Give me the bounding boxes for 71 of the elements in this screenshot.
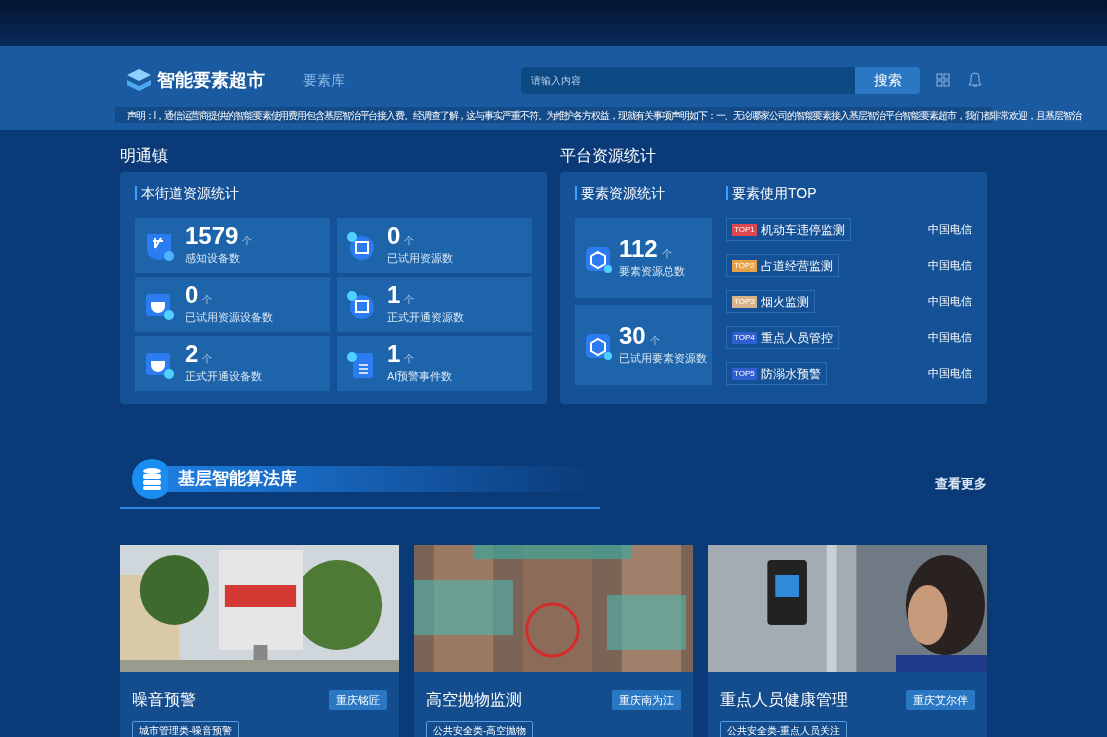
category-tag: 城市管理类-噪音预警 (132, 721, 240, 737)
vendor-text: 中国电信 (928, 294, 972, 310)
logo-text: 智能要素超市 (157, 68, 265, 92)
ranking-name: 机动车违停监测 (760, 221, 845, 239)
card-title: 噪音预警 (132, 690, 196, 710)
search-button[interactable]: 搜索 (855, 66, 920, 94)
ranking-name: 烟火监测 (760, 293, 809, 311)
algorithm-card[interactable]: 噪音预警 重庆铭匠 城市管理类-噪音预警 (120, 545, 399, 737)
ranking-item[interactable]: TOP1 机动车违停监测 (726, 218, 851, 241)
card-title: 高空抛物监测 (426, 690, 522, 710)
ranking-name: 重点人员管控 (760, 329, 833, 347)
stat-value: 1579 (185, 224, 239, 249)
ranking-name: 占道经营监测 (760, 257, 833, 275)
stat-unit: 个 (661, 246, 672, 261)
stat-label: 已试用资源数 (387, 251, 453, 267)
ranking-item[interactable]: TOP2 占道经营监测 (726, 254, 839, 277)
vendor-tag: 重庆南为江 (612, 689, 681, 711)
stat-unit: 个 (202, 352, 213, 367)
panel-title: 要素资源统计 (575, 186, 712, 200)
stat-unit: 个 (404, 234, 415, 249)
stat-value: 0 (185, 283, 199, 308)
card-title: 重点人员健康管理 (720, 690, 848, 710)
search-field[interactable]: 请输入内容 (521, 66, 855, 94)
rank-badge: TOP1 (732, 223, 757, 236)
vendor-tag: 重庆铭匠 (329, 689, 387, 711)
notice-text: 声明：l，通信运营商提供的智能要素使用费用包含基层智治平台接入费。经调查了解，这与事实严重不符。为维护各方权益，现就有关事项声明如下：一、无论哪家公司的智能要素接入基层智治平台智能要素超市，我们都非常欢迎，且基层智治 (127, 108, 1081, 123)
stat-value: 1 (387, 283, 401, 308)
screen-icon (345, 229, 377, 262)
vendor-tag: 重庆艾尔伴 (906, 689, 975, 711)
stat-value: 30 (619, 323, 646, 348)
stat-label: AI预警事件数 (387, 369, 453, 385)
panel-title: 要素使用TOP (726, 186, 972, 200)
rank-badge: TOP5 (732, 367, 757, 380)
stat-unit: 个 (202, 293, 213, 308)
grid-icon[interactable] (936, 73, 950, 87)
stat-label: 正式开通设备数 (185, 369, 262, 385)
view-more-link[interactable]: 查看更多 (935, 474, 987, 494)
bell-icon[interactable] (968, 72, 982, 88)
stat-unit: 个 (242, 234, 253, 249)
vendor-text: 中国电信 (928, 366, 972, 382)
algorithm-card[interactable]: 高空抛物监测 重庆南为江 公共安全类-高空抛物 (414, 545, 693, 737)
stat-value: 0 (387, 224, 401, 249)
rank-badge: TOP4 (732, 331, 757, 344)
ranking-item[interactable]: TOP4 重点人员管控 (726, 326, 839, 349)
stat-unit: 个 (404, 293, 415, 308)
stat-value: 112 (619, 236, 658, 261)
logo-icon (125, 67, 153, 93)
screen-icon (345, 288, 377, 321)
algorithm-card[interactable]: 重点人员健康管理 重庆艾尔伴 公共安全类-重点人员关注 (708, 545, 987, 737)
stat-unit: 个 (649, 333, 660, 348)
section-title: 平台资源统计 (560, 146, 657, 166)
stat-label: 已试用要素资源数 (619, 350, 707, 366)
stat-value: 1 (387, 342, 401, 367)
rank-badge: TOP2 (732, 259, 757, 272)
category-tag: 公共安全类-重点人员关注 (720, 721, 848, 737)
rank-badge: TOP3 (732, 295, 757, 308)
stat-label: 正式开通资源数 (387, 310, 464, 326)
ranking-name: 防溺水预警 (760, 365, 821, 383)
stat-unit: 个 (404, 352, 415, 367)
category-tag: 公共安全类-高空抛物 (426, 721, 534, 737)
vendor-text: 中国电信 (928, 330, 972, 346)
ranking-item[interactable]: TOP3 烟火监测 (726, 290, 815, 313)
stat-label: 已试用资源设备数 (185, 310, 273, 326)
stat-label: 感知设备数 (185, 251, 241, 267)
panel-title: 本街道资源统计 (135, 186, 532, 200)
stat-value: 2 (185, 342, 199, 367)
vendor-text: 中国电信 (928, 222, 972, 238)
ranking-item[interactable]: TOP5 防溺水预警 (726, 362, 827, 385)
stat-label: 要素资源总数 (619, 263, 685, 279)
vendor-text: 中国电信 (928, 258, 972, 274)
section-title: 明通镇 (120, 146, 169, 166)
